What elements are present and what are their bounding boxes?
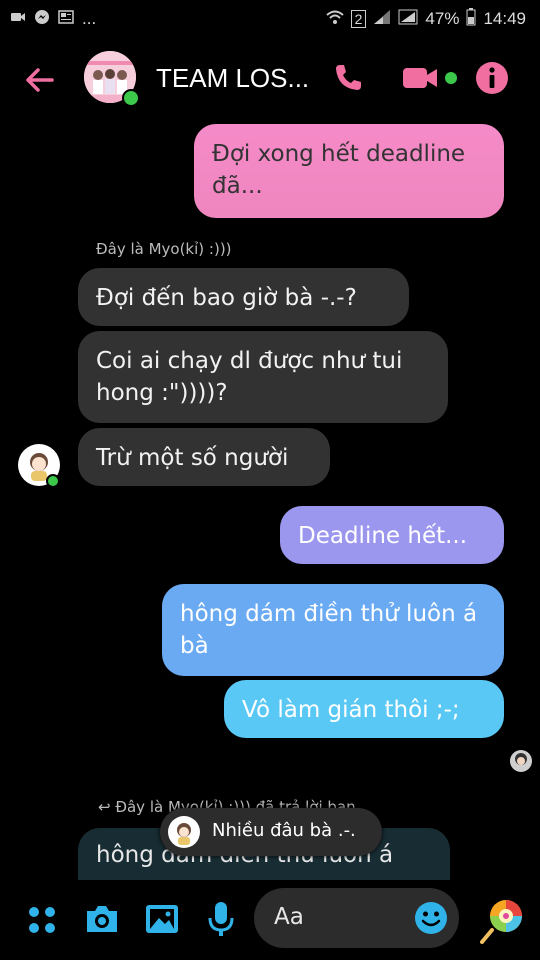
message-outgoing[interactable]: Deadline hết... [280,506,504,564]
online-indicator [46,474,60,488]
battery-percent: 47% [425,9,460,28]
message-text: hông dám điền thử luôn á bà [180,601,478,659]
conversation-title[interactable]: TEAM LOS... [156,63,309,94]
wifi-icon [325,9,344,30]
video-call-button[interactable] [402,58,462,98]
phone-icon [336,65,361,90]
message-text: Vô làm gián thôi ;-; [242,697,460,723]
video-camera-icon [10,9,26,30]
back-button[interactable] [22,62,58,98]
news-icon [58,9,74,30]
message-incoming[interactable]: Trừ một số người [78,428,330,486]
new-message-toast[interactable]: Nhiều đâu bà .-. [160,808,382,856]
message-incoming[interactable]: Đợi đến bao giờ bà -.-? [78,268,409,326]
reply-arrow-icon: ↩ [98,798,111,816]
image-icon [146,905,178,933]
camera-icon [87,906,117,932]
battery-icon [466,7,476,31]
video-camera-icon [403,68,457,88]
message-outgoing[interactable]: hông dám điền thử luôn á bà [162,584,504,676]
composer-bar: Aa [0,880,540,960]
back-arrow-icon [26,68,54,92]
message-text: Deadline hết... [298,523,468,549]
microphone-icon [208,902,234,936]
message-input-placeholder: Aa [274,904,304,930]
message-outgoing[interactable]: Vô làm gián thôi ;-; [224,680,504,738]
info-button[interactable] [472,58,512,98]
message-text: Coi ai chạy dl được như tui hong :"))))? [96,348,403,406]
message-text: Trừ một số người [96,445,289,471]
message-incoming[interactable]: Coi ai chạy dl được như tui hong :"))))? [78,331,448,423]
info-icon [476,62,508,94]
toast-text: Nhiều đâu bà .-. [212,820,356,841]
emoji-button[interactable] [414,901,448,935]
camera-button[interactable] [84,902,120,936]
clock: 14:49 [483,9,526,28]
more-actions-button[interactable] [26,904,58,936]
messenger-icon [34,9,50,30]
call-button[interactable] [328,58,368,98]
message-outgoing[interactable]: Đợi xong hết deadline đã... [194,124,504,218]
signal-icon-2 [398,9,418,30]
online-indicator [122,89,140,107]
message-input[interactable]: Aa [254,888,459,948]
status-bar: ... 2 47% 14:49 [0,0,540,38]
more-indicator: ... [82,9,97,28]
gallery-button[interactable] [144,902,180,936]
toast-avatar [168,816,200,848]
signal-icon [373,9,391,30]
conversation-header: TEAM LOS... [0,38,540,120]
read-receipt-avatar [510,750,532,772]
message-text: Đợi xong hết deadline đã... [212,141,466,199]
voice-button[interactable] [206,900,236,938]
lollipop-icon [480,900,522,944]
sim-badge: 2 [350,10,367,28]
smiley-icon [415,902,447,934]
sender-label: Đây là Myo(kỉ) :))) [96,240,232,258]
grid-dots-icon [29,907,55,933]
quick-reaction-button[interactable] [478,896,526,944]
message-text: Đợi đến bao giờ bà -.-? [96,285,357,311]
